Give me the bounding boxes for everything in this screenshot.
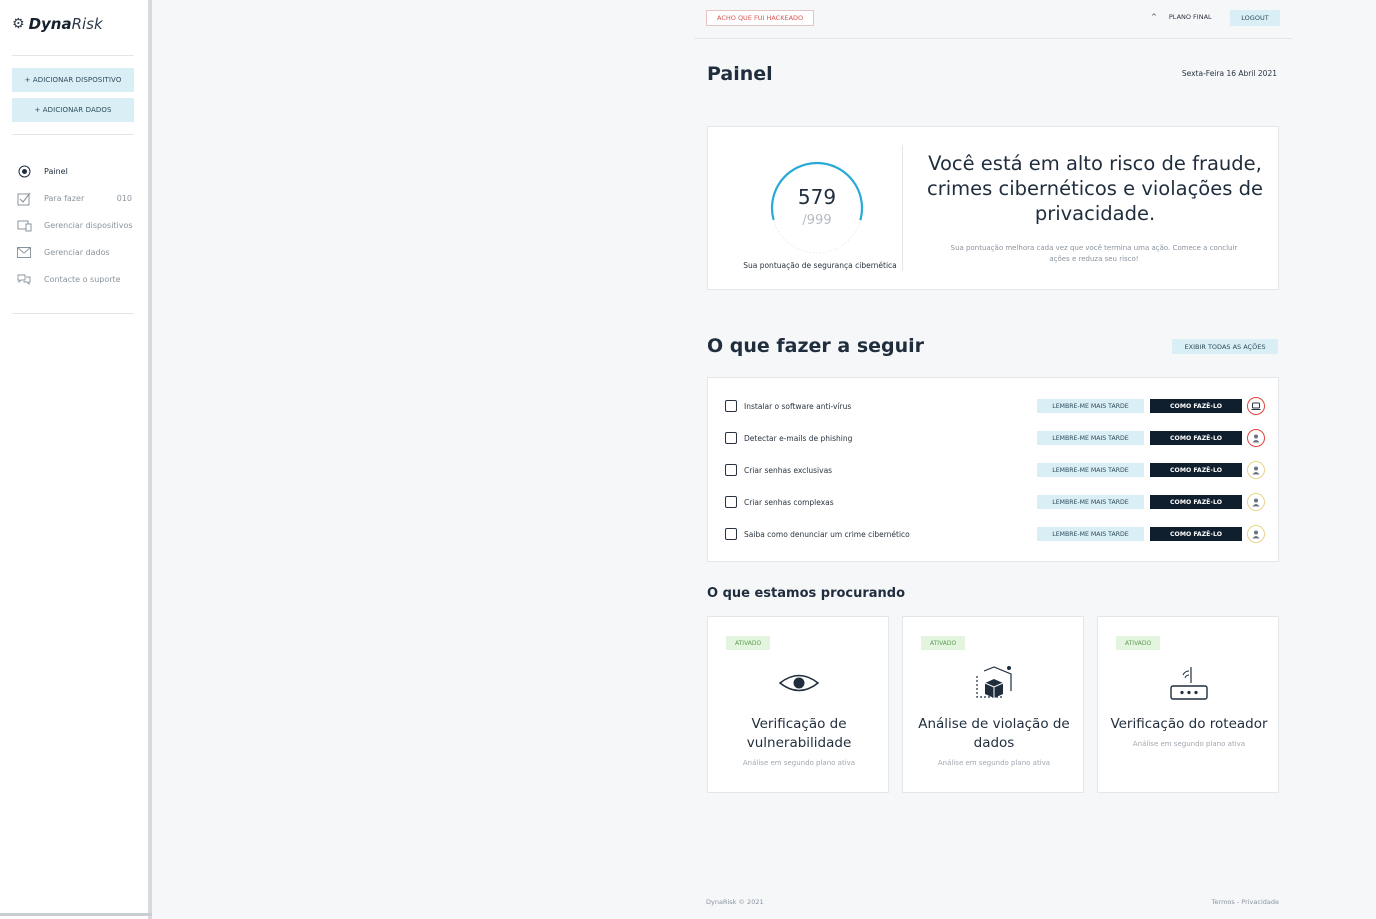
sidebar-item-para-fazer[interactable]: Para fazer 010	[16, 185, 136, 212]
action-label: Instalar o software anti-vírus	[744, 401, 852, 411]
top-bar: ACHO QUE FUI HACKEADO ^ PLANO FINAL LOGOU…	[694, 0, 1292, 39]
user-icon[interactable]	[1247, 461, 1265, 479]
router-icon	[1098, 661, 1280, 705]
sidebar-item-label: Gerenciar dados	[44, 247, 110, 257]
sidebar-item-gerenciar-dados[interactable]: Gerenciar dados	[16, 239, 136, 266]
sidebar-divider	[12, 313, 134, 314]
action-label: Detectar e-mails de phishing	[744, 433, 853, 443]
page-date: Sexta-Feira 16 Abril 2021	[1181, 69, 1277, 78]
how-to-button[interactable]: COMO FAZÊ-LO	[1150, 527, 1242, 541]
score-value: 579	[797, 185, 837, 209]
user-icon[interactable]	[1247, 525, 1265, 543]
feature-card-router: ATIVADO Verificação do roteador Análise …	[1097, 616, 1279, 793]
feature-card-vulnerability: ATIVADO Verificação de vulnerabilidade A…	[707, 616, 889, 793]
feature-title: Verificação do roteador	[1110, 716, 1268, 732]
page-title: Painel	[707, 63, 773, 85]
how-to-button[interactable]: COMO FAZÊ-LO	[1150, 399, 1242, 413]
next-actions-title: O que fazer a seguir	[707, 335, 925, 357]
sidebar-item-label: Gerenciar dispositivos	[44, 220, 133, 230]
how-to-button[interactable]: COMO FAZÊ-LO	[1150, 431, 1242, 445]
action-checkbox[interactable]	[725, 400, 737, 412]
action-label: Criar senhas exclusivas	[744, 465, 833, 475]
action-row: Criar senhas exclusivas LEMBRE-ME MAIS T…	[725, 461, 1265, 479]
feature-card-data-breach: ATIVADO Análise de violação de dados Aná…	[902, 616, 1084, 793]
action-row: Criar senhas complexas LEMBRE-ME MAIS TA…	[725, 493, 1265, 511]
action-checkbox[interactable]	[725, 464, 737, 476]
footer-links[interactable]: Termos - Privacidade	[1180, 898, 1279, 906]
logout-button[interactable]: LOGOUT	[1230, 10, 1280, 26]
how-to-button[interactable]: COMO FAZÊ-LO	[1150, 495, 1242, 509]
remind-later-button[interactable]: LEMBRE-ME MAIS TARDE	[1037, 527, 1144, 541]
activated-badge: ATIVADO	[921, 636, 966, 650]
sidebar-item-painel[interactable]: Painel	[16, 158, 136, 185]
chevron-up-icon: ^	[1151, 13, 1157, 21]
score-card: 579 /999 Sua pontuação de segurança cibe…	[707, 126, 1279, 290]
devices-icon	[16, 219, 32, 233]
add-device-button[interactable]: + ADICIONAR DISPOSITIVO	[12, 68, 134, 92]
radio-dot-icon	[16, 165, 32, 179]
hacked-button[interactable]: ACHO QUE FUI HACKEADO	[706, 10, 815, 26]
remind-later-button[interactable]: LEMBRE-ME MAIS TARDE	[1037, 431, 1144, 445]
score-max: /999	[802, 213, 832, 228]
checklist-icon	[16, 192, 32, 206]
sidebar-item-gerenciar-dispositivos[interactable]: Gerenciar dispositivos	[16, 212, 136, 239]
logo-rest: Risk	[71, 15, 103, 33]
feature-subtitle: Análise em segundo plano ativa	[742, 759, 856, 767]
action-label: Criar senhas complexas	[744, 497, 834, 507]
feature-subtitle: Análise em segundo plano ativa	[937, 759, 1051, 767]
action-row: Detectar e-mails de phishing LEMBRE-ME M…	[725, 429, 1265, 447]
how-to-button[interactable]: COMO FAZÊ-LO	[1150, 463, 1242, 477]
sidebar-divider	[12, 134, 134, 135]
actions-card: Instalar o software anti-vírus LEMBRE-ME…	[707, 377, 1279, 562]
risk-headline: Você está em alto risco de fraude, crime…	[927, 152, 1263, 225]
eye-icon	[708, 661, 890, 705]
user-icon[interactable]	[1247, 493, 1265, 511]
action-row: Instalar o software anti-vírus LEMBRE-ME…	[725, 397, 1265, 415]
action-row: Saiba como denunciar um crime cibernétic…	[725, 525, 1265, 543]
remind-later-button[interactable]: LEMBRE-ME MAIS TARDE	[1037, 495, 1144, 509]
action-checkbox[interactable]	[725, 432, 737, 444]
sidebar-divider	[12, 55, 134, 56]
plan-label: PLANO FINAL	[1168, 13, 1212, 21]
score-caption: Sua pontuação de segurança cibernética	[743, 261, 897, 270]
score-divider	[902, 145, 903, 271]
action-checkbox[interactable]	[725, 496, 737, 508]
remind-later-button[interactable]: LEMBRE-ME MAIS TARDE	[1037, 399, 1144, 413]
logo-bold: Dyna	[28, 15, 72, 33]
looking-for-title: O que estamos procurando	[707, 586, 906, 601]
feature-title: Análise de violação de dados	[918, 716, 1070, 751]
sidebar-item-label: Painel	[44, 166, 68, 176]
mail-icon	[16, 246, 32, 260]
add-data-button[interactable]: + ADICIONAR DADOS	[12, 98, 134, 122]
action-label: Saiba como denunciar um crime cibernétic…	[744, 529, 910, 539]
show-all-actions-button[interactable]: EXIBIR TODAS AS AÇÕES	[1172, 339, 1278, 354]
sidebar-item-contacte-suporte[interactable]: Contacte o suporte	[16, 266, 136, 293]
sidebar-scrollbar[interactable]	[0, 913, 152, 916]
dynarisk-logo[interactable]: ⚙ DynaRisk	[12, 15, 103, 33]
gear-logo-icon: ⚙	[12, 16, 25, 32]
cube-scan-icon	[903, 661, 1085, 705]
laptop-icon[interactable]	[1247, 397, 1265, 415]
sidebar-nav: Painel Para fazer 010 Gerenciar disposit…	[16, 158, 136, 293]
sidebar-item-label: Contacte o suporte	[44, 274, 121, 284]
plan-menu[interactable]: ^ PLANO FINAL	[1151, 13, 1212, 21]
activated-badge: ATIVADO	[726, 636, 771, 650]
action-checkbox[interactable]	[725, 528, 737, 540]
remind-later-button[interactable]: LEMBRE-ME MAIS TARDE	[1037, 463, 1144, 477]
footer-copyright: DynaRisk © 2021	[706, 898, 764, 906]
chat-icon	[16, 273, 32, 287]
activated-badge: ATIVADO	[1116, 636, 1161, 650]
feature-subtitle: Análise em segundo plano ativa	[1132, 740, 1246, 748]
sidebar-item-label: Para fazer	[44, 193, 85, 203]
risk-subtext: Sua pontuação melhora cada vez que você …	[950, 244, 1238, 263]
feature-title: Verificação de vulnerabilidade	[746, 716, 852, 751]
todo-count: 010	[116, 194, 132, 203]
user-icon[interactable]	[1247, 429, 1265, 447]
sidebar: ⚙ DynaRisk + ADICIONAR DISPOSITIVO + ADI…	[0, 0, 152, 919]
